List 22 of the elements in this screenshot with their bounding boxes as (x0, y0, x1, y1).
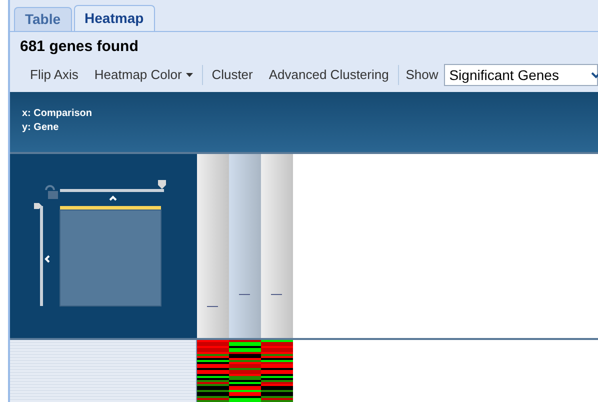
y-axis-label: y: Gene (22, 122, 60, 134)
tab[interactable]: Table (14, 7, 72, 31)
toolbar-button[interactable]: Flip Axis (22, 64, 86, 86)
toolbar-button[interactable]: Cluster (204, 64, 261, 86)
heatmap-column (197, 340, 229, 402)
heatmap-column-header[interactable] (229, 154, 261, 338)
toolbar-button[interactable]: Advanced Clustering (260, 64, 397, 86)
show-label: Show (404, 66, 440, 84)
marker-icon (239, 294, 250, 295)
caret-icon (186, 73, 193, 77)
heatmap-column-header[interactable] (261, 154, 293, 338)
x-axis-label: x: Comparison (22, 108, 94, 120)
chevron-down-icon (590, 72, 598, 78)
marker-icon (271, 294, 282, 295)
show-select[interactable]: Significant Genes (444, 64, 598, 86)
heatmap-color-menu[interactable]: Heatmap Color (86, 64, 201, 86)
results-title: 681 genes found (19, 36, 140, 57)
marker-icon (207, 306, 218, 307)
heatmap-column-header[interactable] (197, 154, 229, 338)
heatmap-column (261, 340, 293, 402)
heatmap-column (229, 340, 261, 402)
tab[interactable]: Heatmap (74, 5, 155, 31)
